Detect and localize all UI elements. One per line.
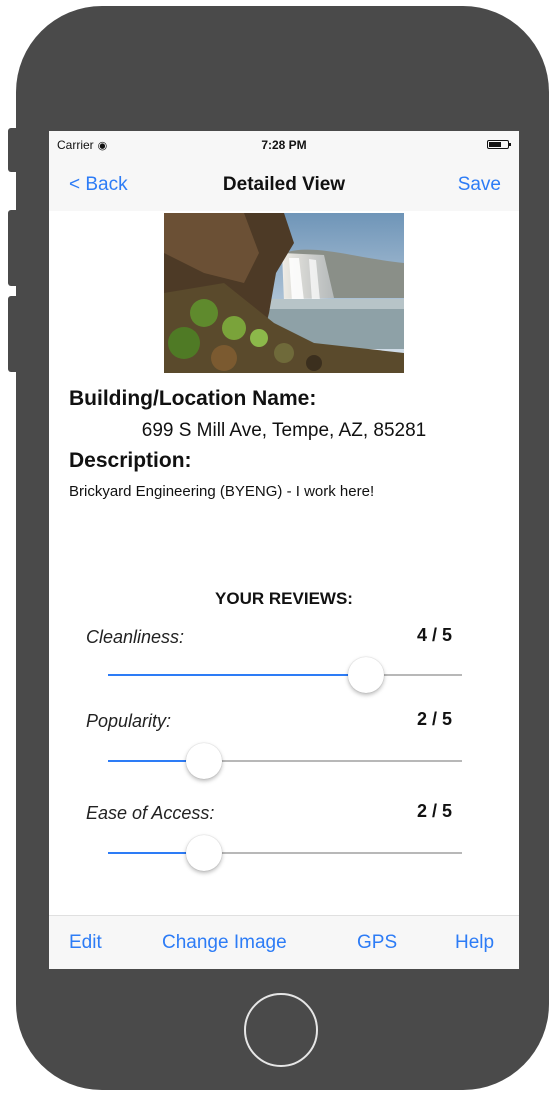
edit-button[interactable]: Edit [69, 932, 102, 954]
popularity-score: 2 / 5 [416, 709, 452, 729]
bottom-toolbar: Edit Change Image GPS Help [49, 915, 519, 969]
navigation-bar: < Back Detailed View Save [49, 159, 519, 211]
cleanliness-score: 4 / 5 [416, 625, 452, 645]
slider-thumb[interactable] [185, 835, 222, 871]
popularity-slider[interactable] [108, 741, 462, 781]
back-button[interactable]: < Back [69, 174, 128, 196]
gps-button[interactable]: GPS [357, 932, 397, 954]
reviews-title: YOUR REVIEWS: [215, 589, 353, 608]
home-button[interactable] [244, 993, 318, 1067]
description-text: Brickyard Engineering (BYENG) - I work h… [69, 483, 375, 500]
location-photo [164, 213, 404, 373]
save-button[interactable]: Save [458, 174, 501, 196]
battery-icon [487, 140, 511, 149]
address-text: 699 S Mill Ave, Tempe, AZ, 85281 [141, 420, 427, 441]
popularity-label: Popularity: [86, 711, 172, 731]
clock: 7:28 PM [261, 138, 307, 152]
help-button[interactable]: Help [455, 932, 494, 954]
ease-of-access-slider[interactable] [108, 833, 462, 873]
slider-thumb[interactable] [348, 657, 385, 693]
cleanliness-slider[interactable] [108, 655, 462, 695]
slider-fill [108, 674, 367, 676]
ease-of-access-label: Ease of Access: [86, 803, 215, 823]
location-name-label: Building/Location Name: [69, 387, 317, 410]
slider-thumb[interactable] [185, 743, 222, 779]
waterfall-photo [164, 213, 404, 373]
app-screen: Carrier ◉ 7:28 PM < Back Detailed View Sa… [49, 131, 519, 969]
cleanliness-label: Cleanliness: [86, 627, 185, 647]
description-label: Description: [69, 449, 192, 472]
ease-of-access-score: 2 / 5 [416, 801, 452, 821]
change-image-button[interactable]: Change Image [162, 932, 287, 954]
status-bar: Carrier ◉ 7:28 PM [49, 131, 519, 159]
